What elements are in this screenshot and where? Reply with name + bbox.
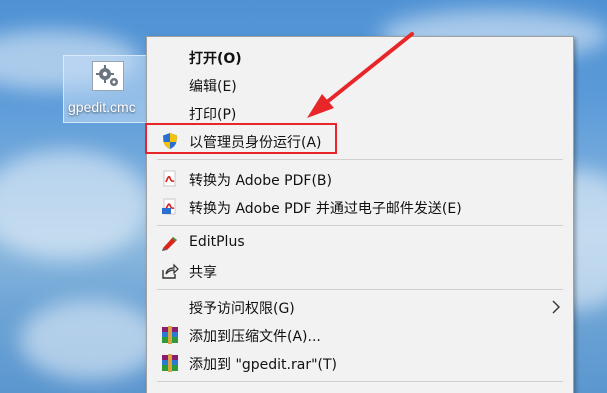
desktop-background: gpedit.cmc 打开(O) 编辑(E) 打印(P) 以管理员身份运行(A)	[0, 0, 607, 393]
annotation-arrow	[307, 32, 414, 118]
